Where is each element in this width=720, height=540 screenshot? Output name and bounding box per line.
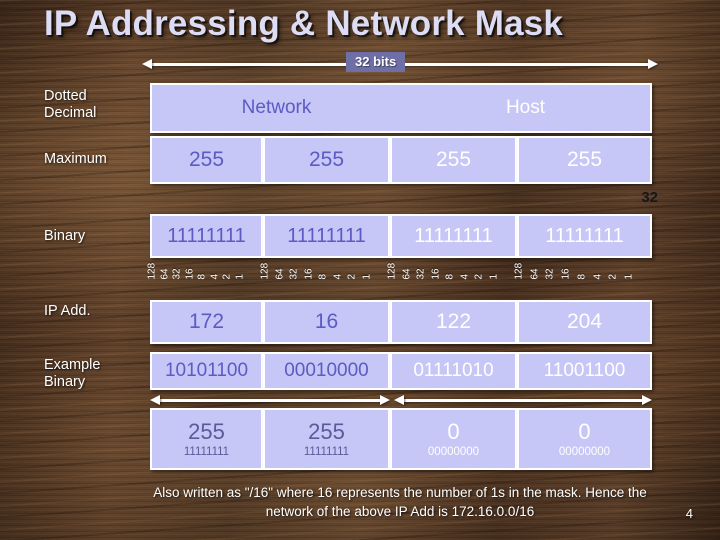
mask-octet-3: 0 00000000: [390, 408, 517, 470]
binary-octet-2: 11111111: [263, 214, 390, 258]
bit-weight-group-2: 128 64 32 16 8 4 2 1: [260, 258, 390, 292]
32-bits-label: 32 bits: [346, 52, 406, 72]
example-binary-octet-4: 11001100: [517, 352, 652, 390]
maximum-octet-1: 255: [150, 136, 263, 184]
mask-decimal-value: 255: [308, 418, 345, 444]
network-span-arrow-right-icon: [380, 395, 390, 405]
network-host-split-arrows: [150, 395, 652, 406]
maximum-octet-4: 255: [517, 136, 652, 184]
maximum-octet-3: 255: [390, 136, 517, 184]
maximum-value: 255: [435, 148, 472, 171]
binary-value: 11111111: [167, 224, 246, 247]
example-binary-value: 10101100: [164, 360, 249, 381]
binary-value: 11111111: [414, 224, 493, 247]
maximum-octet-2: 255: [263, 136, 390, 184]
mask-decimal-value: 0: [578, 418, 591, 444]
binary-value: 11111111: [287, 224, 366, 247]
row-label-maximum: Maximum: [44, 151, 107, 167]
binary-octet-1: 11111111: [150, 214, 263, 258]
host-span-arrow: [394, 395, 652, 405]
mask-decimal-value: 0: [447, 418, 460, 444]
mask-row: 255 11111111 255 11111111 0 00000000 0 00000000: [150, 408, 652, 470]
bit-weight-group-1: 128 64 32 16 8 4 2 1: [147, 258, 263, 292]
example-binary-value: 01111010: [413, 360, 494, 381]
header-cell: Network Host: [150, 83, 652, 133]
binary-value: 11111111: [545, 224, 624, 247]
ip-address-row: 172 16 122 204: [150, 300, 652, 344]
example-binary-value: 11001100: [543, 360, 626, 381]
ip-address-octet-3: 122: [390, 300, 517, 344]
binary-octet-3: 11111111: [390, 214, 517, 258]
ip-address-octet-4: 204: [517, 300, 652, 344]
mask-octet-4: 0 00000000: [517, 408, 652, 470]
mask-binary-value: 11111111: [183, 445, 230, 458]
footnote-text: Also written as "/16" where 16 represent…: [153, 485, 647, 519]
mask-decimal-value: 255: [188, 418, 225, 444]
example-binary-value: 00010000: [284, 360, 369, 381]
ip-address-octet-2: 16: [263, 300, 390, 344]
host-span-arrow-left-icon: [394, 395, 404, 405]
mask-binary-value: 11111111: [303, 445, 350, 458]
example-binary-octet-3: 01111010: [390, 352, 517, 390]
network-span-line: [158, 399, 382, 402]
ip-address-value: 16: [314, 310, 339, 333]
example-binary-octet-1: 10101100: [150, 352, 263, 390]
ip-address-value: 172: [188, 310, 225, 333]
mask-binary-value: 00000000: [558, 445, 611, 458]
network-span-arrow-left-icon: [150, 395, 160, 405]
mask-binary-value: 00000000: [427, 445, 480, 458]
slide-title: IP Addressing & Network Mask: [44, 4, 564, 43]
example-binary-octet-2: 00010000: [263, 352, 390, 390]
maximum-row: 255 255 255 255: [150, 136, 652, 184]
row-label-ip-add: IP Add.: [44, 303, 91, 319]
binary-row: 11111111 11111111 11111111 11111111: [150, 214, 652, 258]
bit-weight-group-4: 128 64 32 16 8 4 2 1: [514, 258, 652, 292]
header-network-label: Network: [241, 97, 312, 118]
example-binary-row: 10101100 00010000 01111010 11001100: [150, 352, 652, 390]
bit-count-label: 32: [641, 189, 658, 206]
host-span-arrow-right-icon: [642, 395, 652, 405]
row-label-dotted-decimal: Dotted Decimal: [44, 88, 97, 121]
page-number: 4: [685, 506, 693, 521]
binary-octet-4: 11111111: [517, 214, 652, 258]
maximum-value: 255: [308, 148, 345, 171]
header-row: Network Host: [150, 83, 652, 133]
mask-octet-2: 255 11111111: [263, 408, 390, 470]
maximum-value: 255: [188, 148, 225, 171]
ip-address-value: 122: [435, 310, 472, 333]
bit-weight-1: 1: [623, 273, 635, 280]
header-host-label: Host: [505, 97, 546, 118]
mask-octet-1: 255 11111111: [150, 408, 263, 470]
ruler-arrow-right-icon: [648, 59, 658, 69]
ip-address-value: 204: [566, 310, 603, 333]
ip-address-octet-1: 172: [150, 300, 263, 344]
bit-weight-ticks: 128 64 32 16 8 4 2 1 128 64 32 16 8 4 2 1 128 64 32 16 8 4 2 1 1…: [147, 258, 652, 292]
network-span-arrow: [150, 395, 390, 405]
row-label-binary: Binary: [44, 228, 86, 244]
row-label-example-binary: Example Binary: [44, 357, 101, 390]
maximum-value: 255: [566, 148, 603, 171]
host-span-line: [402, 399, 644, 402]
bit-weight-group-3: 128 64 32 16 8 4 2 1: [387, 258, 517, 292]
ruler-arrow-left-icon: [142, 59, 152, 69]
